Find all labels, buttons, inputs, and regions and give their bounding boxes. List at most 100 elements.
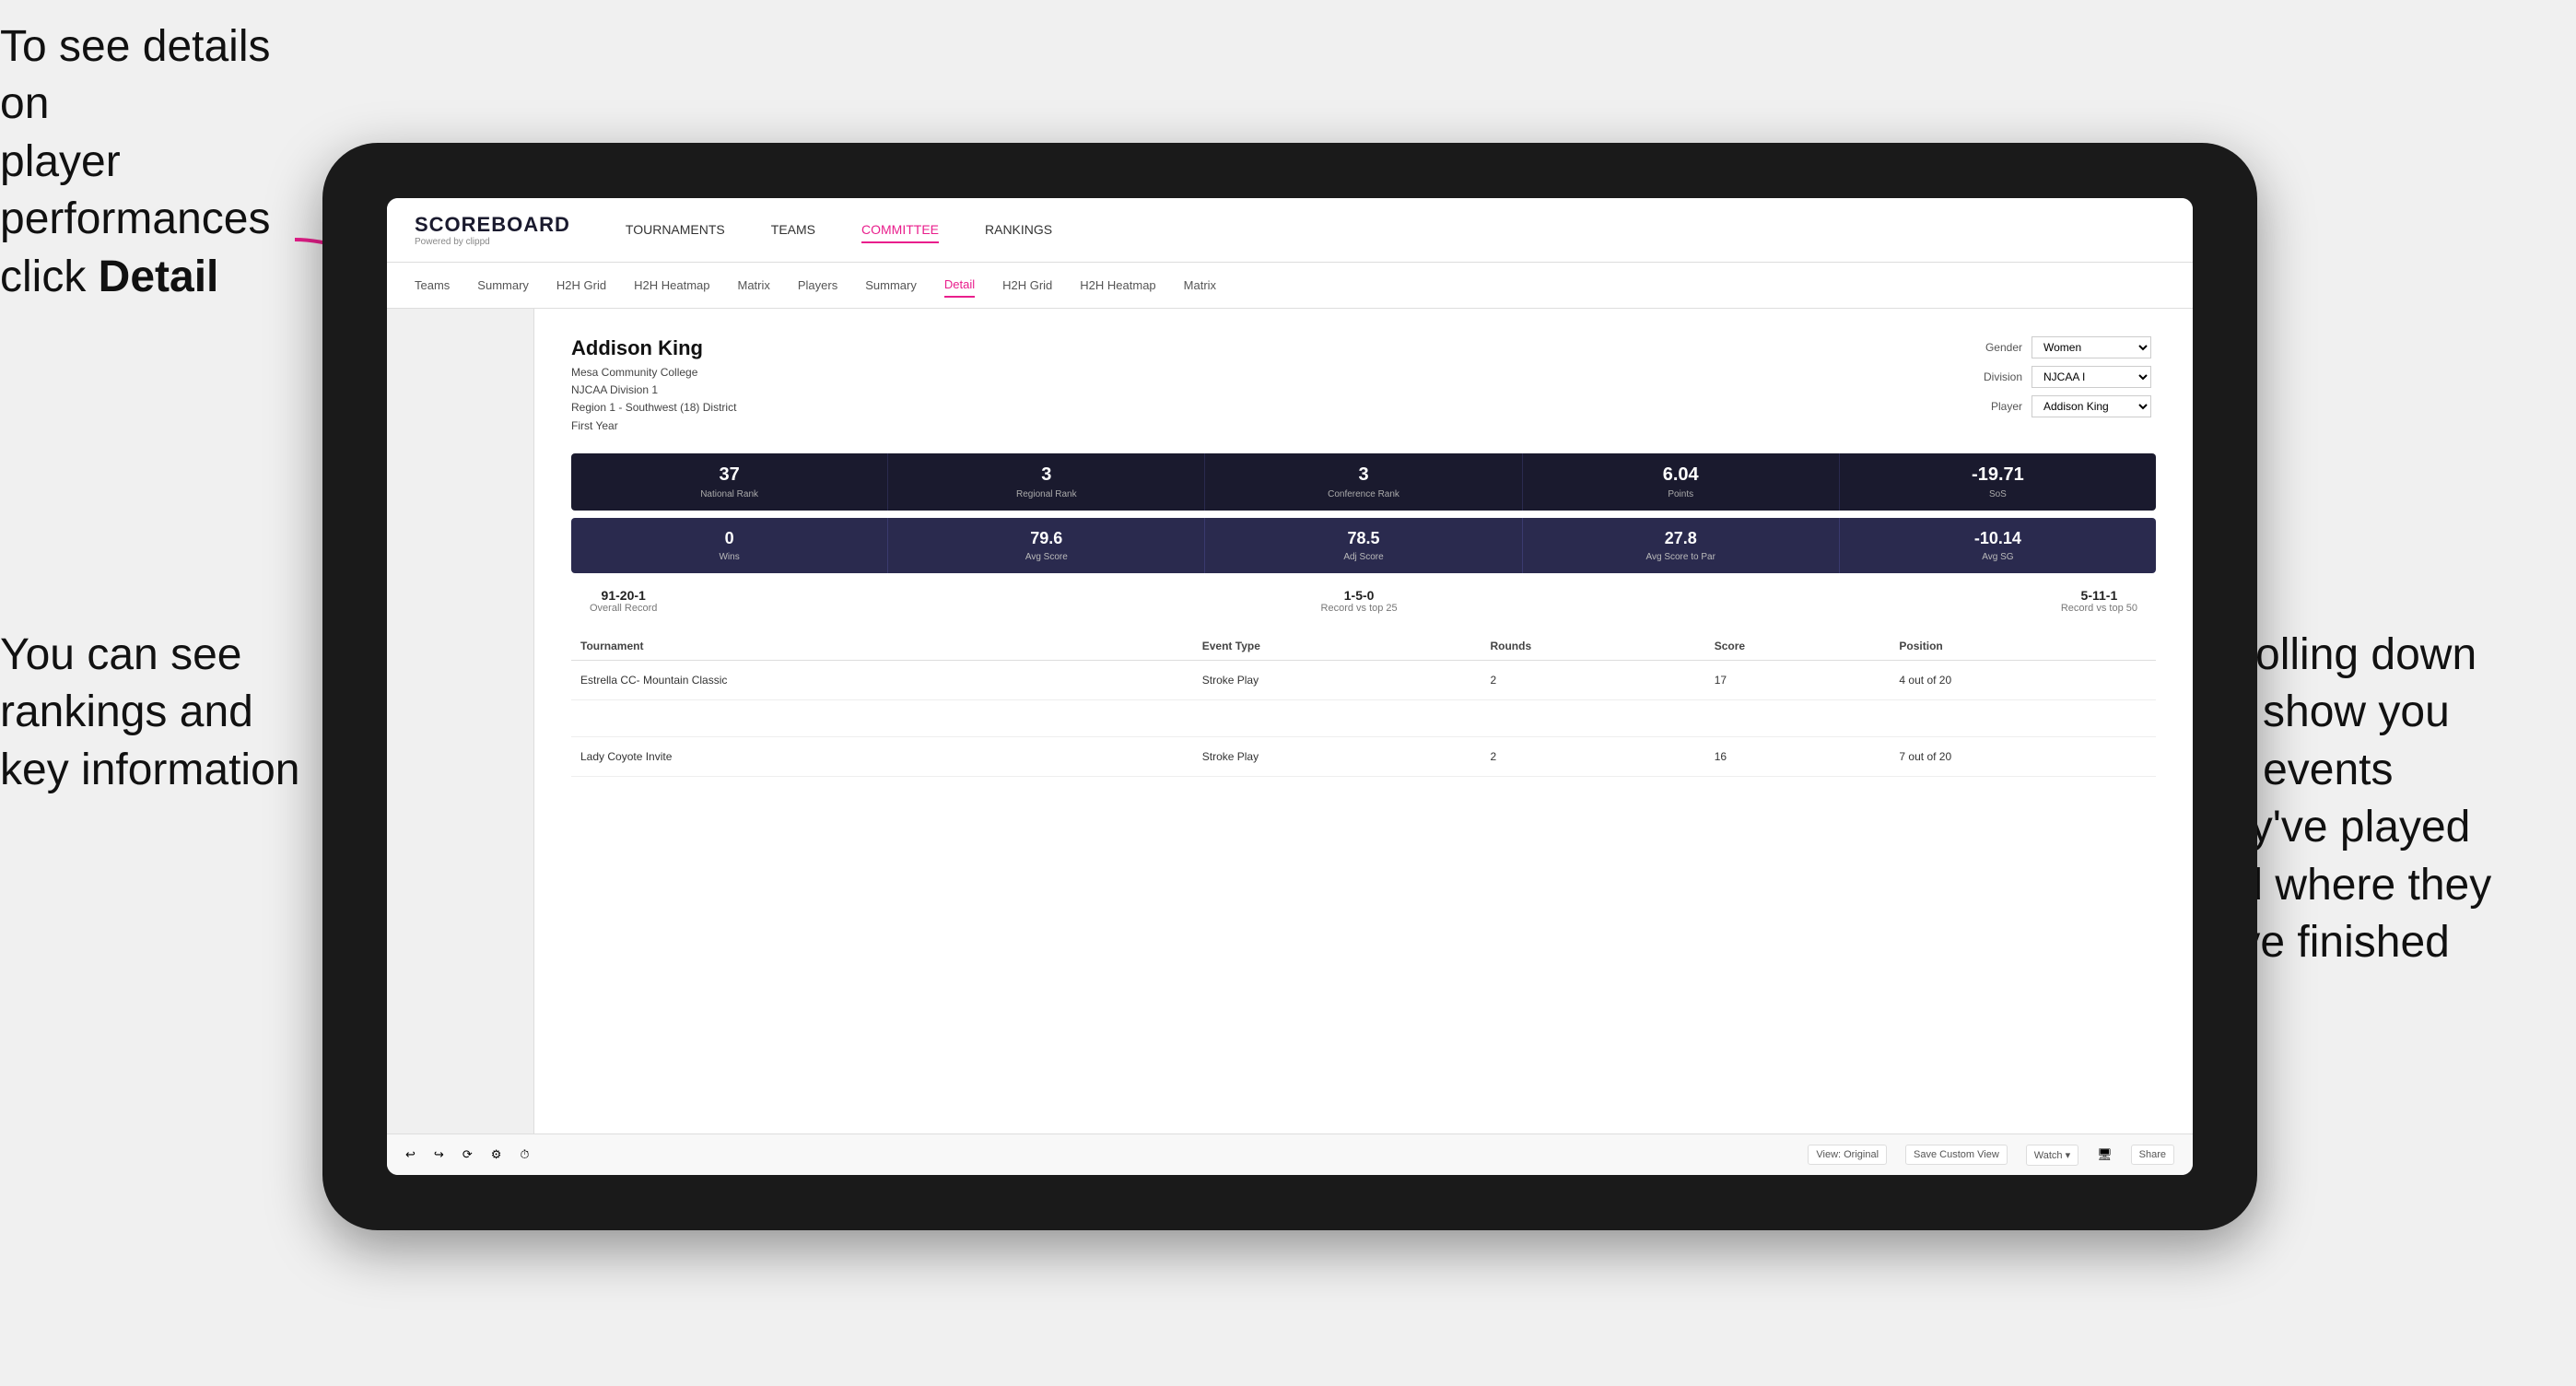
stat-label-avg-stp: Avg Score to Par — [1530, 552, 1832, 562]
stat-label-sos: SoS — [1847, 489, 2149, 499]
stat-national-rank: 37 National Rank — [571, 453, 888, 511]
bottom-toolbar: ↩ ↪ ⟳ ⚙ ⏱ View: Original Save Custom Vie… — [387, 1133, 2193, 1175]
filter-label-player: Player — [1972, 400, 2022, 413]
table-row: Estrella CC- Mountain Classic Stroke Pla… — [571, 660, 2156, 699]
stat-label-national: National Rank — [579, 489, 880, 499]
cell-position-3: 7 out of 20 — [1890, 736, 2156, 776]
player-year: First Year — [571, 417, 736, 435]
sub-nav-matrix[interactable]: Matrix — [737, 274, 769, 297]
player-info: Addison King Mesa Community College NJCA… — [571, 336, 736, 435]
cell-position-1: 4 out of 20 — [1890, 660, 2156, 699]
cell-event-type-3: Stroke Play — [1193, 736, 1481, 776]
stat-label-avg-sg: Avg SG — [1847, 552, 2149, 562]
player-filters: Gender Women Division NJCAA I — [1972, 336, 2156, 435]
stat-value-conference: 3 — [1212, 464, 1514, 486]
sidebar — [387, 309, 534, 1133]
nav-link-rankings[interactable]: RANKINGS — [985, 217, 1052, 243]
player-college: Mesa Community College — [571, 364, 736, 382]
stat-adj-score: 78.5 Adj Score — [1205, 518, 1522, 573]
cell-score-empty — [1705, 699, 1891, 736]
sub-nav-teams[interactable]: Teams — [415, 274, 450, 297]
record-overall: 91-20-1 Overall Record — [590, 588, 657, 614]
stat-label-points: Points — [1530, 489, 1832, 499]
stat-points: 6.04 Points — [1523, 453, 1840, 511]
sub-nav-h2h-grid[interactable]: H2H Grid — [556, 274, 606, 297]
sub-nav-h2h-heatmap2[interactable]: H2H Heatmap — [1080, 274, 1155, 297]
table-body: Estrella CC- Mountain Classic Stroke Pla… — [571, 660, 2156, 776]
nav-link-tournaments[interactable]: TOURNAMENTS — [626, 217, 725, 243]
sub-nav-players[interactable]: Players — [798, 274, 837, 297]
table-row: Lady Coyote Invite Stroke Play 2 16 7 ou… — [571, 736, 2156, 776]
player-region: Region 1 - Southwest (18) District — [571, 399, 736, 417]
nav-link-teams[interactable]: TEAMS — [771, 217, 815, 243]
table-header: Tournament Event Type Rounds Score Posit… — [571, 632, 2156, 661]
stat-value-national: 37 — [579, 464, 880, 486]
filter-row-division: Division NJCAA I — [1972, 366, 2156, 388]
cell-position-empty — [1890, 699, 2156, 736]
record-value-top50: 5-11-1 — [2061, 588, 2137, 603]
stat-label-avg-score: Avg Score — [896, 552, 1197, 562]
stat-avg-score: 79.6 Avg Score — [888, 518, 1205, 573]
logo-subtitle: Powered by clippd — [415, 237, 570, 247]
refresh-icon[interactable]: ⟳ — [463, 1147, 473, 1162]
nav-link-committee[interactable]: COMMITTEE — [861, 217, 939, 243]
cell-rounds-empty — [1481, 699, 1704, 736]
annotation-top-left: To see details on player performances cl… — [0, 18, 313, 306]
timer-icon[interactable]: ⏱ — [520, 1147, 529, 1162]
cell-event-type-1: Stroke Play — [1193, 660, 1481, 699]
stat-value-points: 6.04 — [1530, 464, 1832, 486]
nav-links: TOURNAMENTS TEAMS COMMITTEE RANKINGS — [626, 217, 1052, 243]
view-original-button[interactable]: View: Original — [1808, 1145, 1887, 1165]
watch-button[interactable]: Watch ▾ — [2026, 1145, 2078, 1166]
redo-icon[interactable]: ↪ — [434, 1147, 444, 1162]
filter-label-gender: Gender — [1972, 341, 2022, 354]
stat-label-conference: Conference Rank — [1212, 489, 1514, 499]
record-value-overall: 91-20-1 — [590, 588, 657, 603]
stat-value-avg-sg: -10.14 — [1847, 529, 2149, 548]
content-area: Addison King Mesa Community College NJCA… — [534, 309, 2193, 1133]
sub-nav-summary2[interactable]: Summary — [865, 274, 917, 297]
tournament-table: Tournament Event Type Rounds Score Posit… — [571, 632, 2156, 777]
sub-nav-detail[interactable]: Detail — [944, 273, 975, 298]
monitor-icon[interactable]: 🖥 — [2097, 1147, 2113, 1162]
record-top50: 5-11-1 Record vs top 50 — [2061, 588, 2137, 614]
cell-tournament-1: Estrella CC- Mountain Classic — [571, 660, 1193, 699]
filter-select-player[interactable]: Addison King — [2032, 395, 2151, 417]
sub-nav-matrix2[interactable]: Matrix — [1184, 274, 1216, 297]
stat-value-adj-score: 78.5 — [1212, 529, 1514, 548]
stat-avg-score-to-par: 27.8 Avg Score to Par — [1523, 518, 1840, 573]
stat-value-avg-score: 79.6 — [896, 529, 1197, 548]
filter-select-gender[interactable]: Women — [2032, 336, 2151, 358]
cell-rounds-1: 2 — [1481, 660, 1704, 699]
col-header-score: Score — [1705, 632, 1891, 661]
sub-nav-h2h-grid2[interactable]: H2H Grid — [1002, 274, 1052, 297]
tablet-screen: SCOREBOARD Powered by clippd TOURNAMENTS… — [387, 198, 2193, 1175]
cell-event-type-empty — [1193, 699, 1481, 736]
col-header-rounds: Rounds — [1481, 632, 1704, 661]
record-label-top50: Record vs top 50 — [2061, 603, 2137, 614]
sub-nav-h2h-heatmap[interactable]: H2H Heatmap — [634, 274, 709, 297]
share-button[interactable]: Share — [2131, 1145, 2174, 1165]
stat-value-sos: -19.71 — [1847, 464, 2149, 486]
filter-select-division[interactable]: NJCAA I — [2032, 366, 2151, 388]
col-header-position: Position — [1890, 632, 2156, 661]
cell-score-1: 17 — [1705, 660, 1891, 699]
record-label-overall: Overall Record — [590, 603, 657, 614]
player-detail-header: Addison King Mesa Community College NJCA… — [571, 336, 2156, 435]
stat-label-adj-score: Adj Score — [1212, 552, 1514, 562]
nav-bar: SCOREBOARD Powered by clippd TOURNAMENTS… — [387, 198, 2193, 263]
filter-label-division: Division — [1972, 370, 2022, 383]
player-name: Addison King — [571, 336, 736, 360]
logo-title: SCOREBOARD — [415, 213, 570, 237]
col-header-event-type: Event Type — [1193, 632, 1481, 661]
tablet-frame: SCOREBOARD Powered by clippd TOURNAMENTS… — [322, 143, 2257, 1230]
main-content: Addison King Mesa Community College NJCA… — [387, 309, 2193, 1133]
col-header-tournament: Tournament — [571, 632, 1193, 661]
undo-icon[interactable]: ↩ — [405, 1147, 416, 1162]
save-custom-view-button[interactable]: Save Custom View — [1905, 1145, 2008, 1165]
cell-score-3: 16 — [1705, 736, 1891, 776]
settings-icon[interactable]: ⚙ — [491, 1147, 502, 1162]
filter-row-gender: Gender Women — [1972, 336, 2156, 358]
filter-row-player: Player Addison King — [1972, 395, 2156, 417]
sub-nav-summary[interactable]: Summary — [477, 274, 529, 297]
